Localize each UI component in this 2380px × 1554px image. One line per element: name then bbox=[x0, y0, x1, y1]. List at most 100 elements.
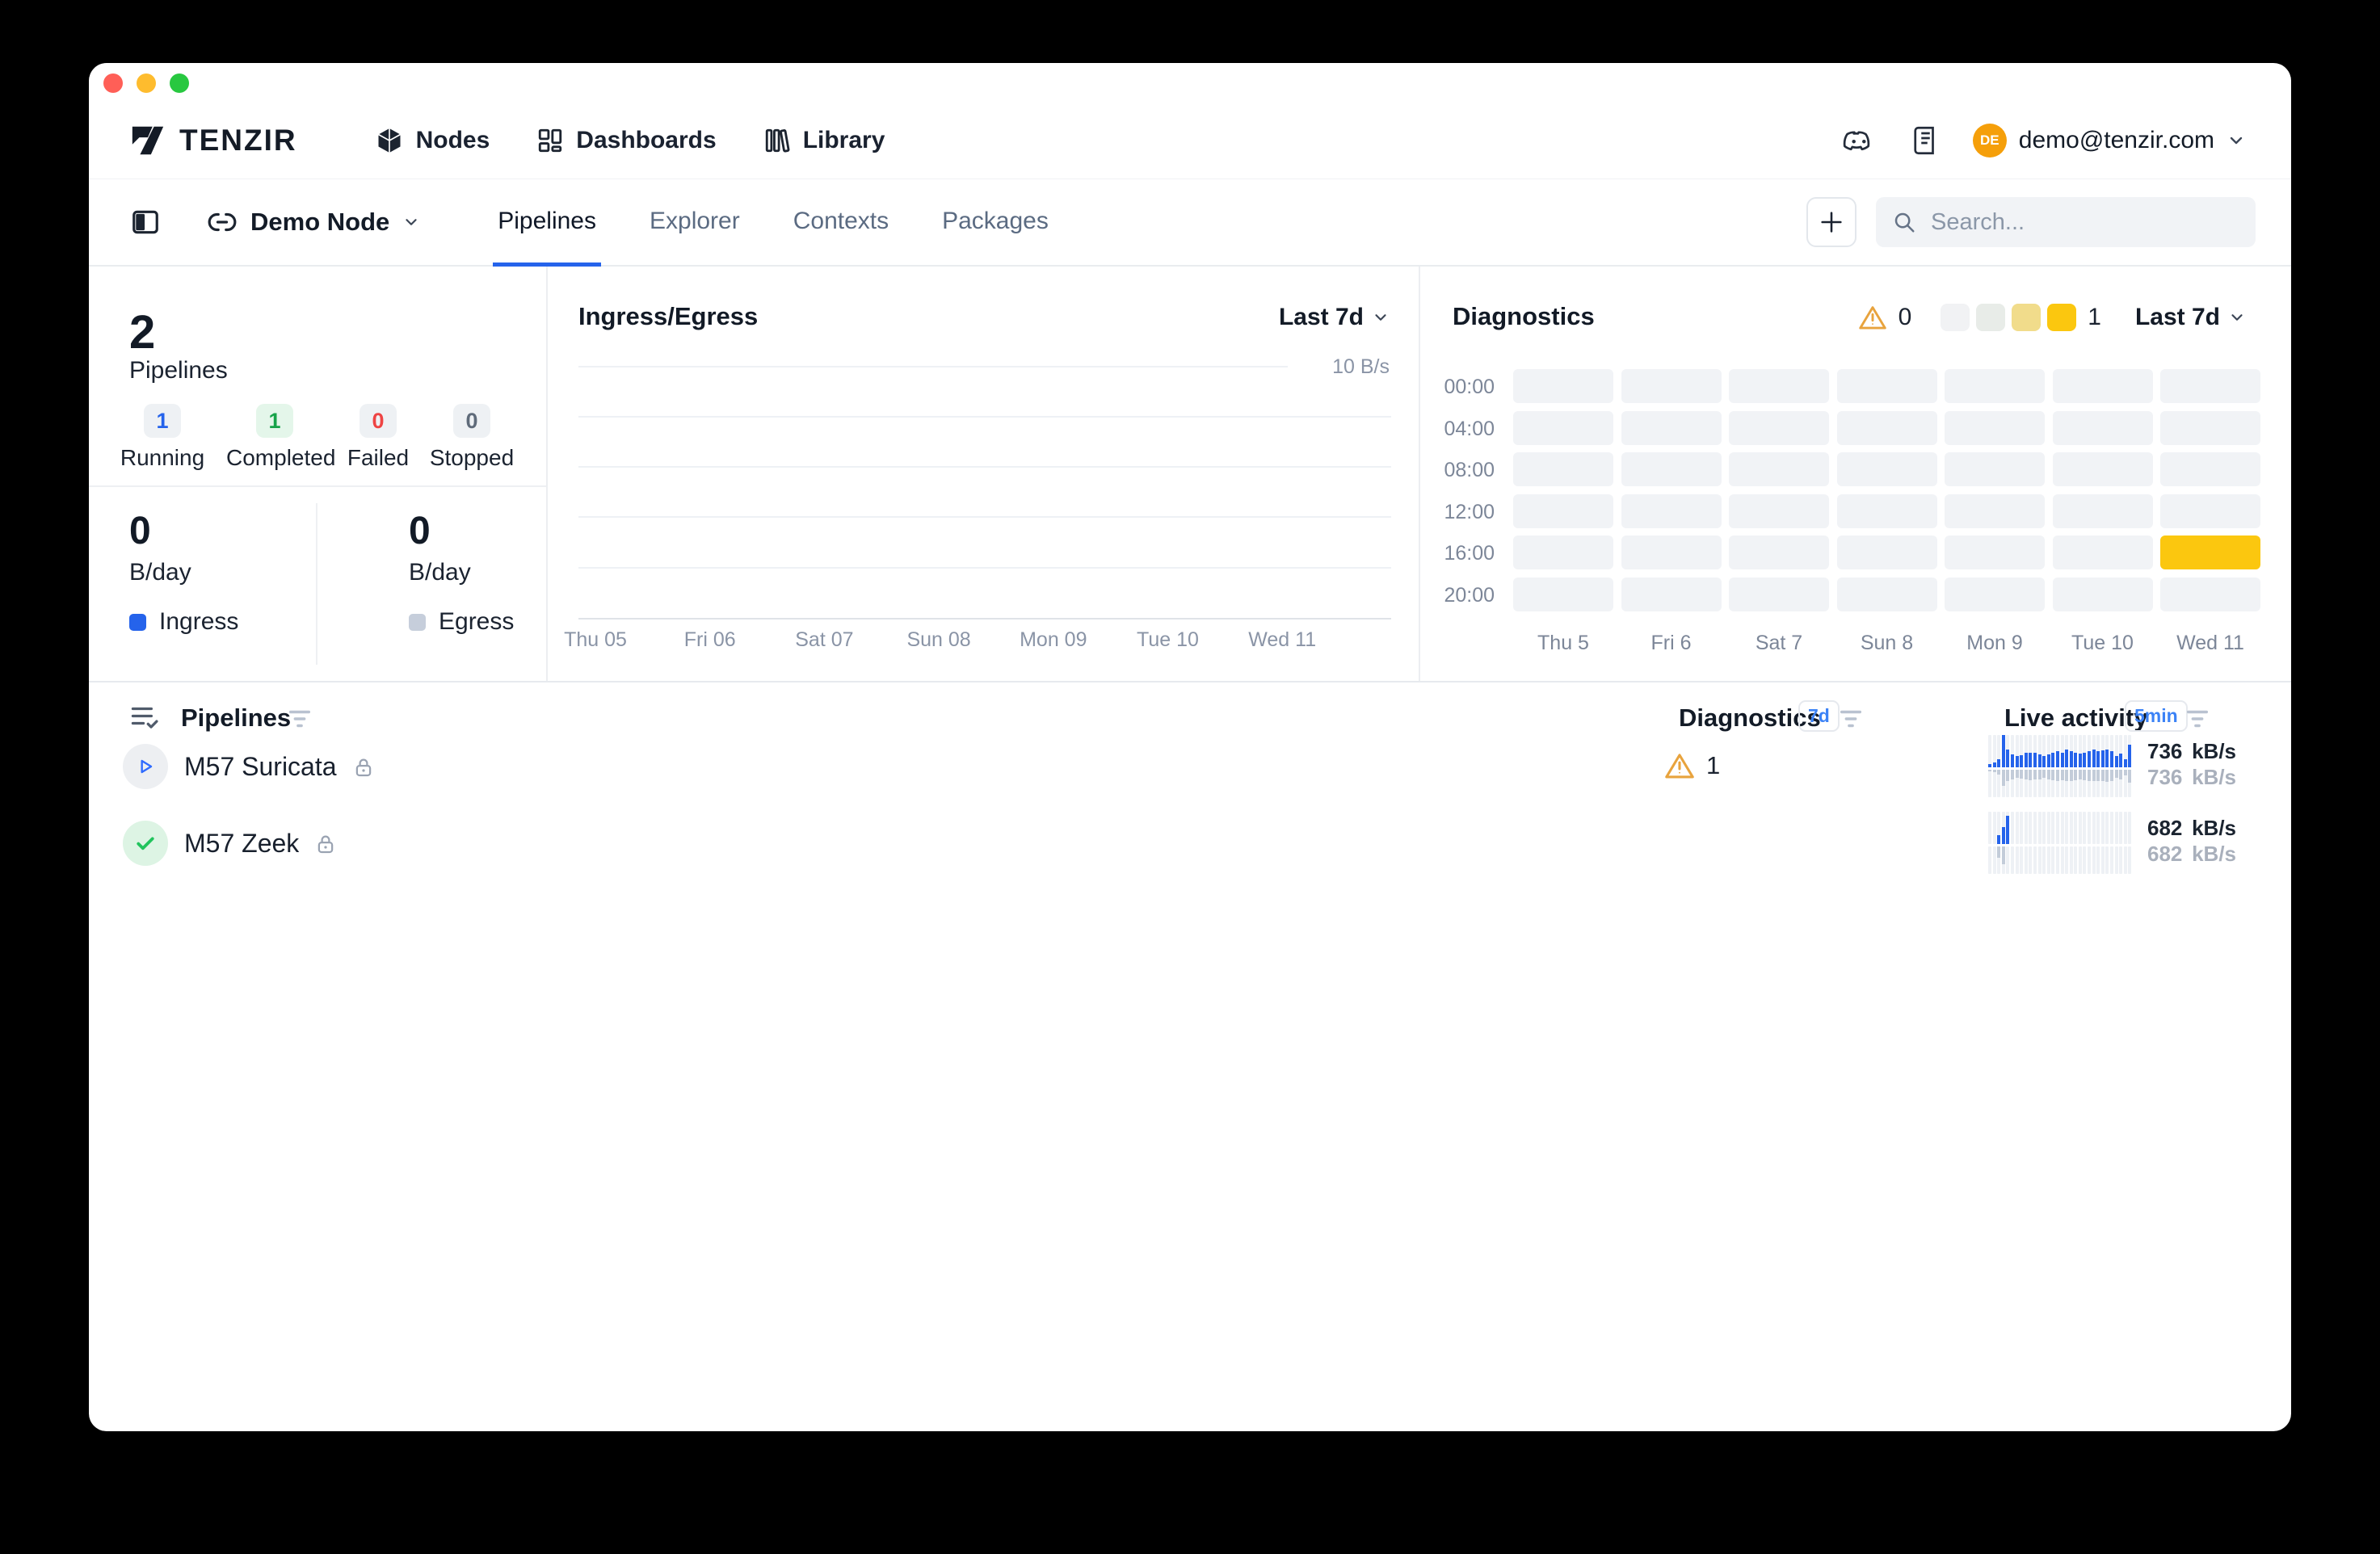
add-pipeline-button[interactable] bbox=[1806, 197, 1856, 247]
heatmap-cell[interactable] bbox=[1513, 536, 1613, 569]
heatmap-cell[interactable] bbox=[1729, 536, 1829, 569]
chevron-down-icon bbox=[2227, 131, 2246, 150]
live-activity-rates: 682kB/s682kB/s bbox=[2147, 815, 2236, 867]
heatmap-cell[interactable] bbox=[2160, 369, 2260, 403]
discord-icon[interactable] bbox=[1842, 127, 1876, 154]
diagnostics-panel: Diagnostics 0 1 Last 7d bbox=[1419, 267, 2291, 681]
toolbar-right bbox=[1806, 197, 2256, 247]
heatmap-cell[interactable] bbox=[2160, 494, 2260, 528]
tab-packages[interactable]: Packages bbox=[937, 179, 1053, 267]
heatmap-cell[interactable] bbox=[1729, 578, 1829, 611]
heatmap-cell[interactable] bbox=[1729, 452, 1829, 486]
heatmap-cell[interactable] bbox=[1837, 369, 1937, 403]
chart-gridline bbox=[578, 366, 1288, 368]
y-axis-label: 10 B/s bbox=[1332, 355, 1390, 379]
heatmap-time-label: 20:00 bbox=[1435, 584, 1495, 607]
heatmap-cell[interactable] bbox=[1513, 369, 1613, 403]
heatmap-cell[interactable] bbox=[2160, 578, 2260, 611]
live-activity-window-badge[interactable]: 5min bbox=[2125, 700, 2188, 732]
tab-explorer[interactable]: Explorer bbox=[645, 179, 745, 267]
nav-item-dashboards[interactable]: Dashboards bbox=[536, 125, 716, 156]
heatmap-cell[interactable] bbox=[1513, 494, 1613, 528]
divider bbox=[316, 503, 317, 665]
heatmap-cell[interactable] bbox=[1621, 578, 1722, 611]
heatmap-cell[interactable] bbox=[1837, 452, 1937, 486]
chart-range-selector[interactable]: Last 7d bbox=[1279, 304, 1390, 331]
heatmap-cell[interactable] bbox=[1945, 536, 2045, 569]
filter-icon[interactable] bbox=[2184, 707, 2211, 731]
heatmap-time-label: 00:00 bbox=[1435, 376, 1495, 399]
minimize-window-button[interactable] bbox=[137, 74, 156, 93]
tenzir-logo-icon bbox=[129, 123, 166, 158]
heatmap-cell[interactable] bbox=[1513, 578, 1613, 611]
egress-rate-value: 736 bbox=[2147, 764, 2182, 790]
search-input[interactable] bbox=[1931, 209, 2239, 236]
heatmap-cell[interactable] bbox=[2053, 369, 2153, 403]
filter-icon[interactable] bbox=[286, 707, 313, 731]
chart-gridline bbox=[578, 567, 1391, 569]
pipeline-status-running bbox=[123, 744, 168, 789]
tab-contexts[interactable]: Contexts bbox=[788, 179, 894, 267]
heatmap-cell[interactable] bbox=[1621, 494, 1722, 528]
status-count-label: Stopped bbox=[423, 445, 520, 471]
heatmap-cell[interactable] bbox=[2053, 452, 2153, 486]
sidebar-toggle-icon[interactable] bbox=[129, 207, 162, 237]
node-selector[interactable]: Demo Node bbox=[207, 208, 420, 237]
heatmap-day-label: Wed 11 bbox=[2160, 632, 2260, 655]
close-window-button[interactable] bbox=[103, 74, 123, 93]
heatmap-time-label: 04:00 bbox=[1435, 418, 1495, 441]
cube-icon bbox=[375, 126, 404, 155]
heatmap-cell[interactable] bbox=[2160, 536, 2260, 569]
chevron-down-icon bbox=[402, 213, 420, 231]
heatmap-cell[interactable] bbox=[1945, 578, 2045, 611]
heatmap-cell[interactable] bbox=[1621, 369, 1722, 403]
heatmap-cell[interactable] bbox=[2053, 536, 2153, 569]
heatmap-cell[interactable] bbox=[1837, 411, 1937, 445]
nav-item-nodes[interactable]: Nodes bbox=[375, 125, 490, 156]
heatmap-cell[interactable] bbox=[2053, 411, 2153, 445]
heatmap-cell[interactable] bbox=[1513, 411, 1613, 445]
zoom-window-button[interactable] bbox=[170, 74, 189, 93]
heatmap-cell[interactable] bbox=[1513, 452, 1613, 486]
heatmap-cell[interactable] bbox=[1945, 452, 2045, 486]
diagnostics-window-badge[interactable]: 7d bbox=[1798, 700, 1840, 732]
heatmap-cell[interactable] bbox=[1729, 411, 1829, 445]
pipeline-row[interactable]: M57 Suricata1736kB/s736kB/s bbox=[89, 729, 2291, 804]
heatmap-cell[interactable] bbox=[1621, 536, 1722, 569]
heatmap-cell[interactable] bbox=[1621, 411, 1722, 445]
heatmap-scale-swatch bbox=[2047, 304, 2076, 331]
docs-icon[interactable] bbox=[1910, 124, 1939, 157]
heatmap-time-label: 16:00 bbox=[1435, 542, 1495, 565]
tenzir-logo[interactable]: TENZIR bbox=[129, 123, 297, 158]
heatmap-cell[interactable] bbox=[1945, 411, 2045, 445]
pipeline-row[interactable]: M57 Zeek682kB/s682kB/s bbox=[89, 805, 2291, 881]
heatmap-cell[interactable] bbox=[1729, 369, 1829, 403]
heatmap-cell[interactable] bbox=[2053, 578, 2153, 611]
diagnostics-range-selector[interactable]: Last 7d bbox=[2135, 304, 2246, 331]
egress-legend-label: Egress bbox=[439, 608, 514, 636]
user-menu[interactable]: DE demo@tenzir.com bbox=[1973, 124, 2246, 158]
heatmap-day-label: Mon 9 bbox=[1945, 632, 2045, 655]
diagnostics-title: Diagnostics bbox=[1453, 302, 1595, 331]
nav-item-library[interactable]: Library bbox=[763, 125, 885, 156]
heatmap-cell[interactable] bbox=[1729, 494, 1829, 528]
filter-icon[interactable] bbox=[1837, 707, 1865, 731]
library-icon bbox=[763, 125, 791, 156]
chart-gridline bbox=[578, 516, 1391, 518]
tab-pipelines[interactable]: Pipelines bbox=[493, 179, 601, 267]
heatmap-cell[interactable] bbox=[1837, 578, 1937, 611]
pipeline-status-completed bbox=[123, 821, 168, 866]
heatmap-cell[interactable] bbox=[2160, 411, 2260, 445]
heatmap-cell[interactable] bbox=[1945, 369, 2045, 403]
heatmap-cell[interactable] bbox=[1837, 494, 1937, 528]
status-count-failed: 0Failed bbox=[330, 404, 427, 471]
heatmap-cell[interactable] bbox=[2053, 494, 2153, 528]
node-name: Demo Node bbox=[250, 208, 389, 237]
ingress-unit: B/day bbox=[129, 559, 191, 586]
heatmap-day-label: Sun 8 bbox=[1837, 632, 1937, 655]
heatmap-cell[interactable] bbox=[1837, 536, 1937, 569]
heatmap-cell[interactable] bbox=[1621, 452, 1722, 486]
heatmap-cell[interactable] bbox=[2160, 452, 2260, 486]
heatmap-day-label: Fri 6 bbox=[1621, 632, 1722, 655]
heatmap-cell[interactable] bbox=[1945, 494, 2045, 528]
